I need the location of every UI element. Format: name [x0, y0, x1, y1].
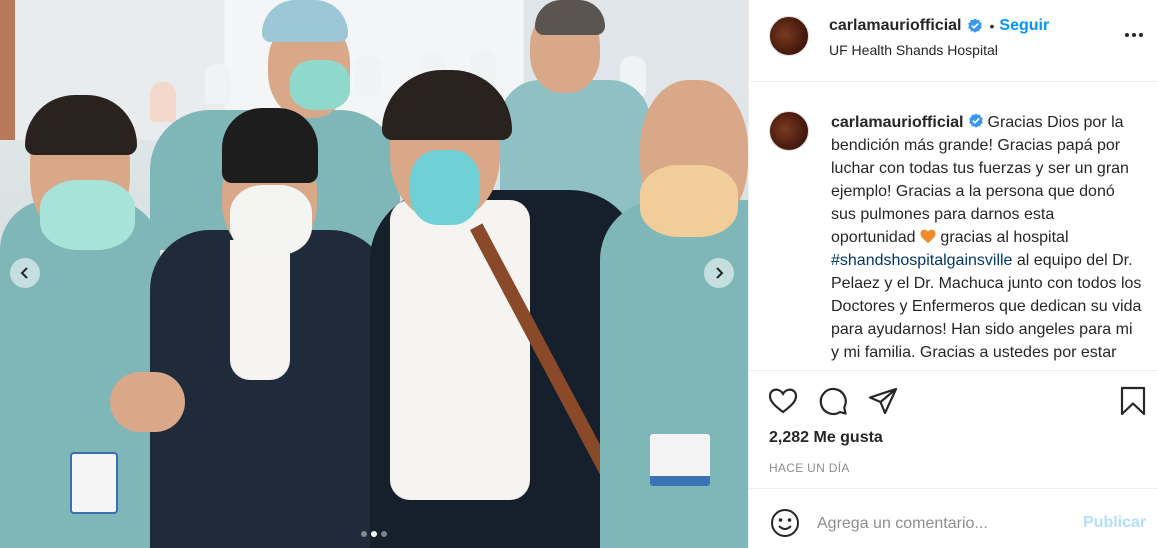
post-timestamp[interactable]: HACE UN DÍA — [769, 461, 850, 475]
verified-badge-icon — [967, 18, 982, 33]
figure-mask — [640, 165, 738, 237]
carousel-prev-button[interactable] — [10, 258, 40, 288]
background-person — [205, 64, 231, 104]
follow-button[interactable]: Seguir — [999, 17, 1049, 35]
carousel-next-button[interactable] — [704, 258, 734, 288]
figure-doctor-right — [600, 200, 748, 548]
caption-username[interactable]: carlamauriofficial — [831, 114, 964, 131]
id-badge — [70, 452, 118, 514]
comment-input[interactable] — [817, 509, 1067, 539]
hashtag-link[interactable]: #shandshospitalgainsville — [831, 252, 1012, 269]
background-person — [355, 55, 381, 95]
figure-patient-shirt — [230, 240, 290, 380]
more-options-icon[interactable] — [1125, 30, 1147, 40]
post-header: carlamauriofficial • Seguir UF Health Sh… — [749, 0, 1158, 82]
avatar[interactable] — [769, 16, 809, 56]
caption-text-part: gracias al hospital — [940, 229, 1069, 246]
figure-hair — [535, 0, 605, 35]
post-sidebar: carlamauriofficial • Seguir UF Health Sh… — [748, 0, 1158, 548]
doctor-badge — [650, 434, 710, 486]
comment-button[interactable] — [817, 385, 849, 422]
carousel-dot — [381, 531, 387, 537]
caption-text-part: Gracias Dios por la bendición más grande… — [831, 114, 1129, 246]
verified-badge-icon — [968, 113, 983, 128]
send-icon — [868, 387, 898, 415]
header-username[interactable]: carlamauriofficial — [829, 17, 962, 35]
likes-count[interactable]: 2,282 Me gusta — [769, 429, 883, 447]
header-user-line: carlamauriofficial • Seguir — [829, 17, 1049, 35]
share-button[interactable] — [867, 385, 899, 422]
orange-heart-icon — [920, 229, 936, 243]
cap-icon: cap — [222, 108, 318, 183]
save-button[interactable] — [1117, 385, 1149, 422]
comment-box: Publicar — [749, 488, 1158, 548]
chevron-left-icon — [20, 267, 28, 279]
figure-hands — [110, 372, 185, 432]
smiley-icon — [771, 509, 799, 537]
emoji-button[interactable] — [769, 507, 801, 539]
comment-icon — [819, 387, 847, 416]
carousel-dot-active — [371, 531, 377, 537]
background-person — [150, 82, 176, 122]
figure-surgical-cap — [262, 0, 348, 42]
publish-button[interactable]: Publicar — [1083, 514, 1146, 532]
figure-man-shirt — [390, 200, 530, 500]
caption-section: carlamauriofficial Gracias Dios por la b… — [749, 83, 1158, 370]
caption-text: carlamauriofficial Gracias Dios por la b… — [831, 111, 1143, 364]
post-actions: 2,282 Me gusta HACE UN DÍA Publicar — [749, 370, 1158, 548]
carousel-dot — [361, 531, 367, 537]
carousel-indicator — [0, 531, 748, 537]
bookmark-icon — [1120, 386, 1146, 416]
location-link[interactable]: UF Health Shands Hospital — [829, 42, 998, 58]
figure-mask — [230, 185, 312, 255]
separator-dot: • — [989, 18, 995, 34]
chevron-right-icon — [716, 267, 724, 279]
post-photo[interactable]: cap — [0, 0, 748, 548]
avatar[interactable] — [769, 111, 809, 151]
figure-mask — [290, 60, 350, 110]
heart-icon — [768, 388, 798, 414]
figure-mask — [410, 150, 480, 225]
like-button[interactable] — [767, 385, 799, 422]
figure-mask — [40, 180, 135, 250]
